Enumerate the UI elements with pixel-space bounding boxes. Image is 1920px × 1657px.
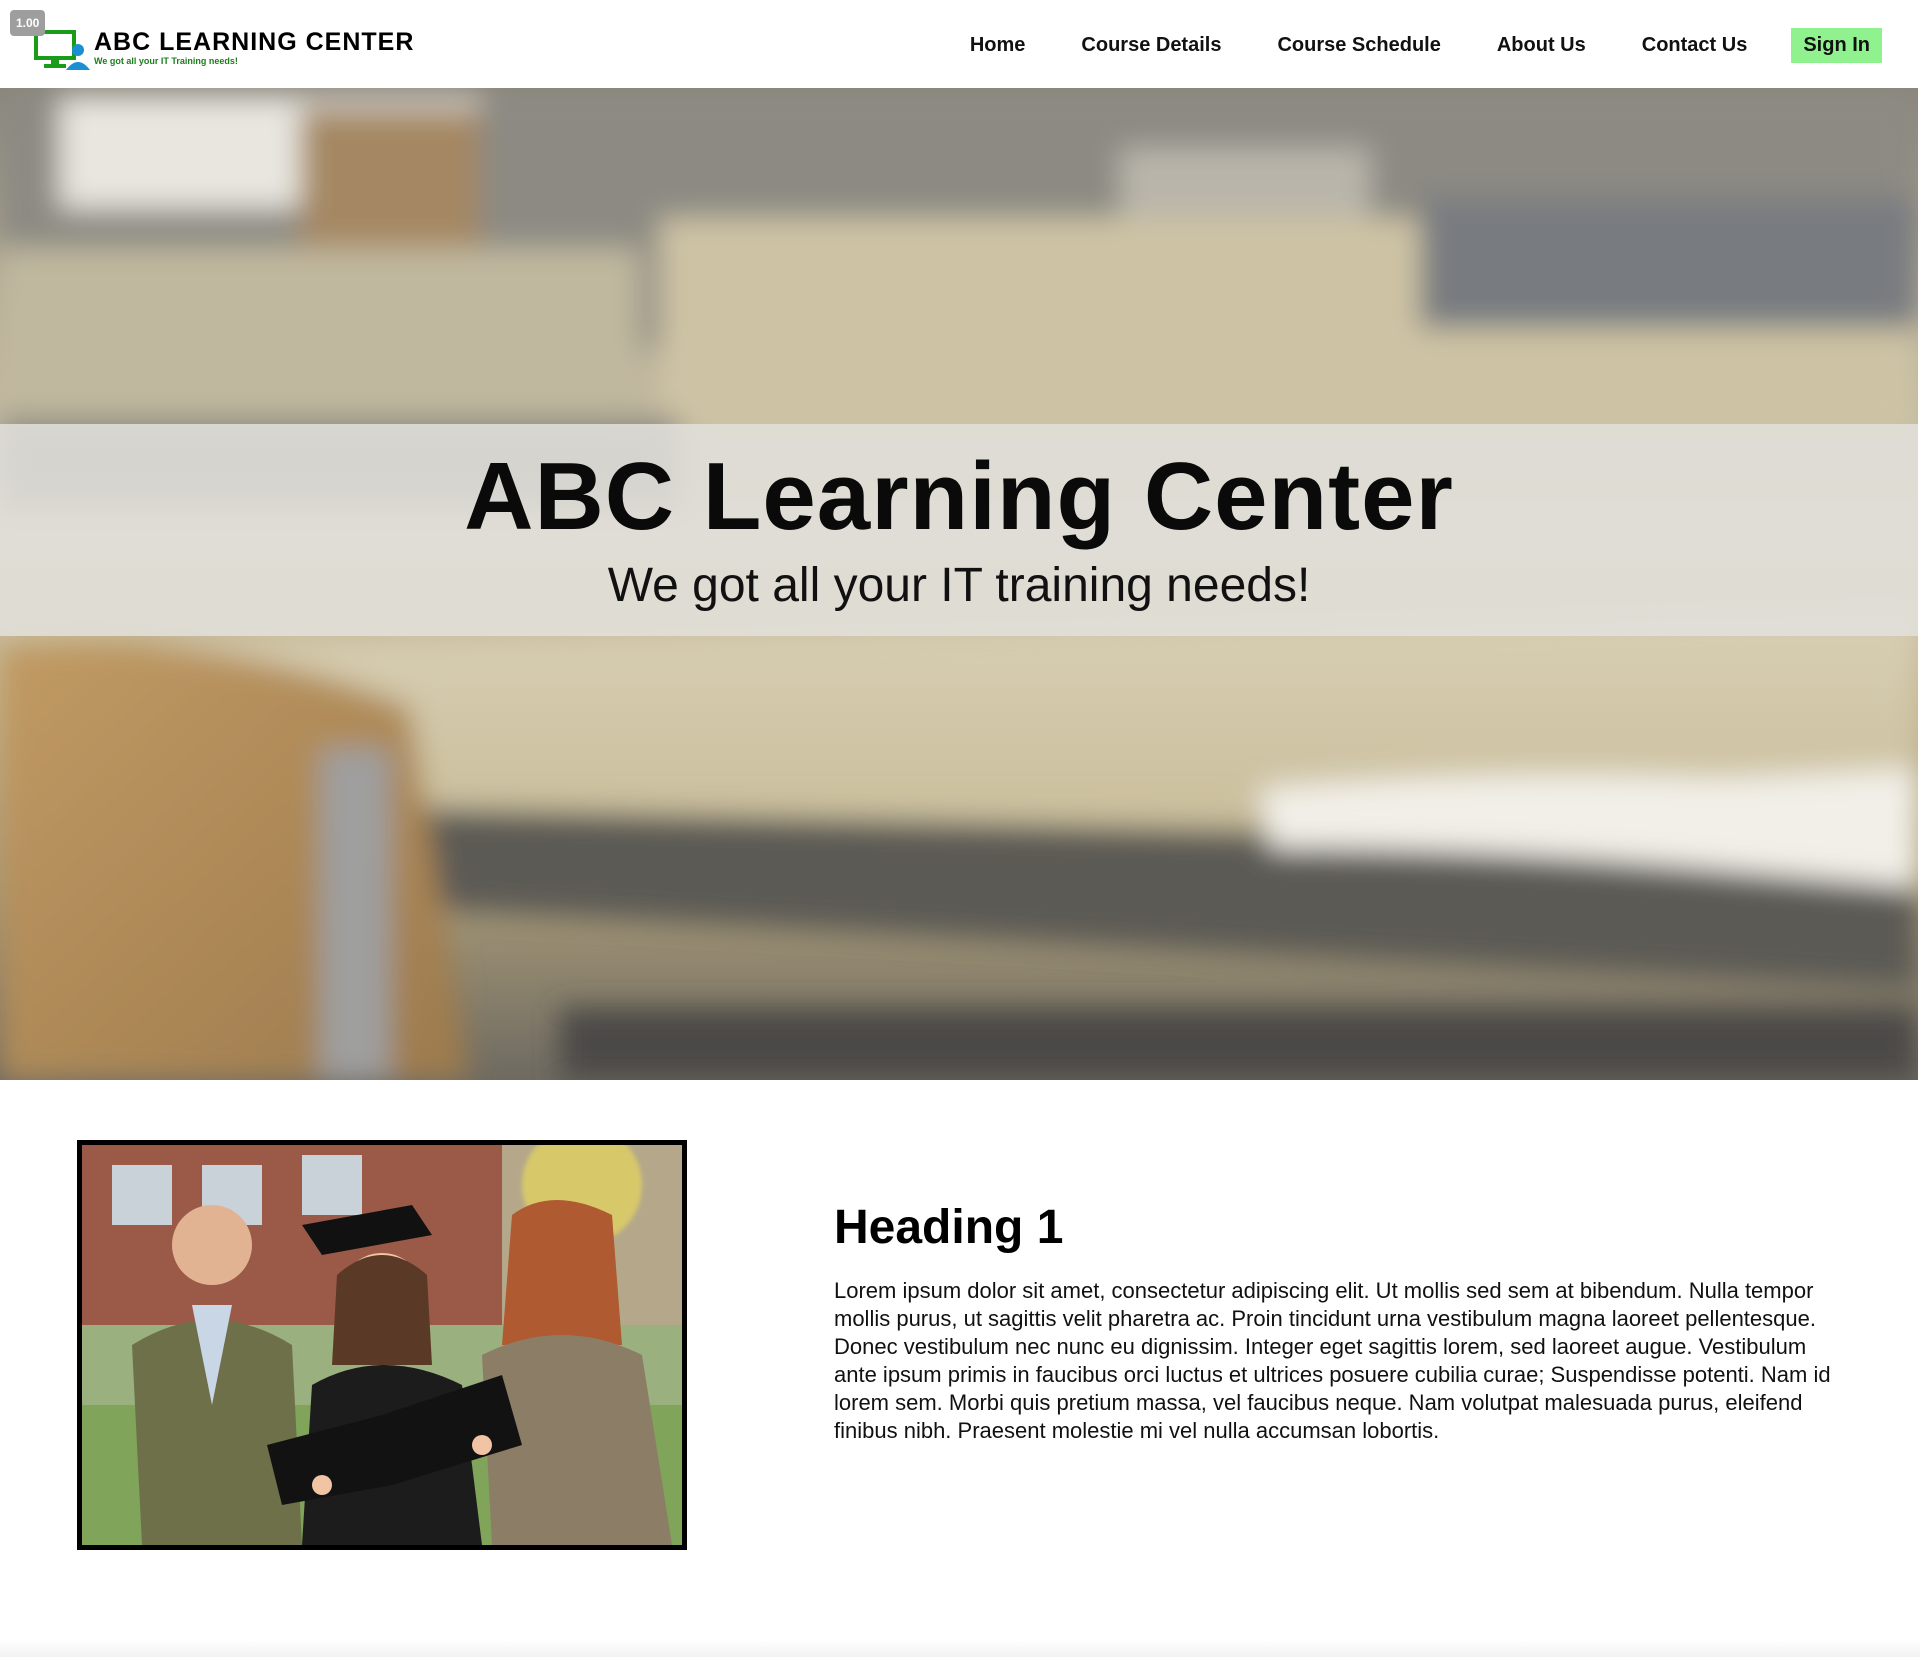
nav-course-schedule[interactable]: Course Schedule bbox=[1249, 28, 1468, 63]
nav-contact-us[interactable]: Contact Us bbox=[1614, 28, 1776, 63]
hero-banner: ABC Learning Center We got all your IT t… bbox=[0, 88, 1918, 1080]
graduation-photo-illustration bbox=[82, 1145, 682, 1545]
graduation-photo bbox=[77, 1140, 687, 1550]
nav-about-us[interactable]: About Us bbox=[1469, 28, 1614, 63]
logo-tagline: We got all your IT Training needs! bbox=[94, 56, 238, 66]
logo-title: ABC LEARNING CENTER bbox=[94, 28, 415, 56]
hero-title: ABC Learning Center bbox=[464, 443, 1454, 550]
zoom-badge: 1.00 bbox=[10, 10, 46, 36]
nav-home[interactable]: Home bbox=[942, 28, 1054, 63]
nav-course-details[interactable]: Course Details bbox=[1053, 28, 1249, 63]
site-header: ABC LEARNING CENTER We got all your IT T… bbox=[0, 0, 1920, 88]
page-bottom-fade bbox=[0, 1640, 1920, 1657]
content-heading: Heading 1 bbox=[834, 1201, 1064, 1254]
content-paragraph: Lorem ipsum dolor sit amet, consectetur … bbox=[834, 1278, 1831, 1443]
main-nav: Home Course Details Course Schedule Abou… bbox=[942, 28, 1882, 63]
hero-subtitle: We got all your IT training needs! bbox=[607, 559, 1311, 612]
monitor-user-icon bbox=[34, 30, 90, 70]
sign-in-button[interactable]: Sign In bbox=[1791, 28, 1882, 63]
site-logo[interactable]: ABC LEARNING CENTER We got all your IT T… bbox=[34, 26, 413, 70]
main-content: Heading 1 Lorem ipsum dolor sit amet, co… bbox=[834, 1200, 1844, 1445]
